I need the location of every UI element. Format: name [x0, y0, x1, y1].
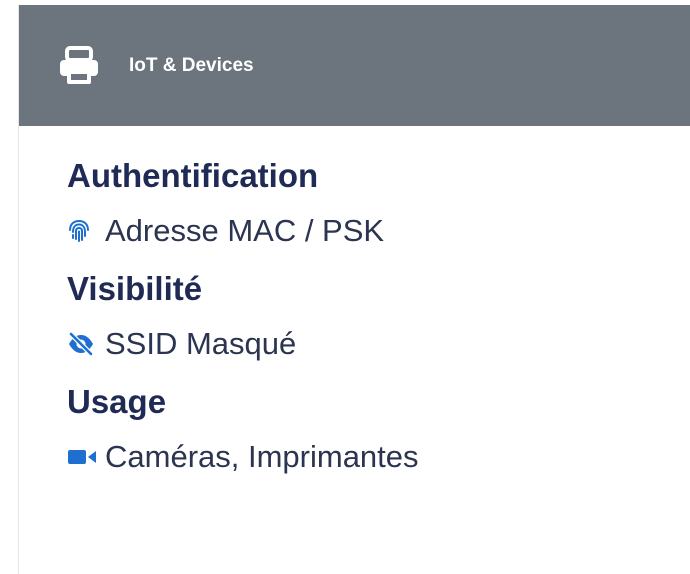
printer-icon: [57, 45, 101, 86]
card-body: Authentification Adresse MAC / PSK Visib…: [19, 126, 690, 477]
usage-text: Caméras, Imprimantes: [105, 439, 419, 474]
video-camera-icon: [67, 444, 101, 470]
visibility-text: SSID Masqué: [105, 326, 297, 361]
iot-devices-card: IoT & Devices Authentification Adresse M…: [18, 5, 690, 574]
usage-value: Caméras, Imprimantes: [67, 437, 690, 477]
visibility-value: SSID Masqué: [67, 324, 690, 364]
authentication-value: Adresse MAC / PSK: [67, 211, 690, 251]
authentication-heading: Authentification: [67, 157, 319, 194]
card-header: IoT & Devices: [19, 5, 690, 126]
usage-heading: Usage: [67, 383, 167, 420]
card-title: IoT & Devices: [129, 54, 254, 76]
visibility-heading: Visibilité: [67, 270, 203, 307]
eye-slash-icon: [67, 331, 101, 357]
fingerprint-icon: [67, 218, 101, 244]
authentication-text: Adresse MAC / PSK: [105, 213, 385, 248]
